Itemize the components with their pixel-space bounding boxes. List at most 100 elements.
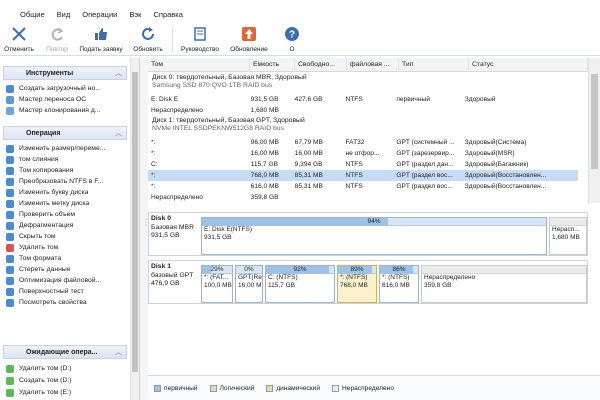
col-fs[interactable]: файловая ... <box>347 58 399 72</box>
redo-label: Повтор <box>46 46 68 53</box>
about-button[interactable]: ? О <box>273 22 311 55</box>
col-free[interactable]: Свободно... <box>295 58 347 72</box>
section-pending-header[interactable]: Ожидающие опера... ︿ <box>3 345 127 359</box>
table-row[interactable]: C: 115,7 GB 9,394 GB NTFS GPT (раздел дан...… <box>148 159 578 170</box>
usage-percent: 86% <box>392 266 406 273</box>
table-row[interactable]: Нераспределено 359,8 GB <box>148 192 578 203</box>
table-scrollbar[interactable] <box>588 58 600 203</box>
undo-button[interactable]: Отменить <box>0 22 38 55</box>
pending-op-item[interactable]: Удалить том (E:) <box>6 387 128 398</box>
col-capacity[interactable]: Емкость <box>250 58 295 72</box>
partition-size: 931,5 GB <box>204 234 232 241</box>
partition-block[interactable]: 94% E: Disk E(NTFS) 931,5 GB <box>201 217 547 255</box>
sidebar-item-properties[interactable]: Посмотреть свойства <box>6 297 128 308</box>
menu-operations[interactable]: Операции <box>76 8 123 22</box>
optimize-icon <box>6 276 14 285</box>
sidebar-item-format[interactable]: Том формата <box>6 253 128 264</box>
sidebar-item-os-migration[interactable]: Мастер переноса ОС <box>6 94 128 105</box>
convert-icon <box>6 177 14 186</box>
table-cell: 9,394 GB <box>294 161 323 168</box>
title-bar <box>0 0 600 8</box>
table-row[interactable]: E: Disk E 931,5 GB 427,6 GB NTFS первичный Зд… <box>148 94 578 105</box>
table-row[interactable]: *: 96,00 MB 67,79 MB FAT32 GPT (системный ..… <box>148 137 578 148</box>
legend: первичный Логический динамический Нерасп… <box>148 375 600 400</box>
menu-help[interactable]: Справка <box>147 8 188 22</box>
sidebar-item-check-volume[interactable]: Проверить объем <box>6 209 128 220</box>
legend-label: Логический <box>219 384 255 392</box>
partition-size: 768,0 MB <box>340 282 368 289</box>
legend-label: динамический <box>276 384 321 392</box>
sidebar-item-optimize[interactable]: Оптимизация файловой... <box>6 275 128 286</box>
partition-block[interactable]: 86% *: (NTFS) 616,0 MB <box>379 265 419 303</box>
partition-block[interactable]: 92% C: (NTFS) 115,7 GB <box>265 265 335 303</box>
table-cell: 1,680 MB <box>250 107 279 114</box>
partition-block[interactable]: 0%GPT(Re...16,00 MB <box>235 265 263 303</box>
menu-wek[interactable]: Вэк <box>123 8 147 22</box>
splitter[interactable]: ⋮ <box>140 58 150 400</box>
disk1-group-header[interactable]: Диск 1: твердотельный, Базовая GPT, Здор… <box>148 117 578 133</box>
table-cell: Здоровый(Восстановлен... <box>464 172 547 179</box>
sidebar-item-resize[interactable]: Изменить размер/переме... <box>6 143 128 154</box>
col-status[interactable]: Статус <box>469 58 588 72</box>
sidebar-item-clone-disk[interactable]: Мастер клонирования д... <box>6 105 128 116</box>
table-cell: 768,0 MB <box>250 172 279 179</box>
merge-icon <box>6 155 14 164</box>
refresh-button[interactable]: Обновить <box>126 22 170 55</box>
table-row[interactable]: *: 16,00 MB 16,00 MB не отфор... GPT (зарезе… <box>148 148 578 159</box>
sidebar-item-copy[interactable]: Том копирования <box>6 165 128 176</box>
sidebar-item-bootable-media[interactable]: Создать загрузочный но... <box>6 83 128 94</box>
upgrade-button[interactable]: Обновление <box>225 22 273 55</box>
copy-icon <box>6 166 14 175</box>
scrollbar-thumb[interactable] <box>591 74 598 169</box>
submit-request-label: Подать заявку <box>79 46 123 53</box>
table-row[interactable]: *: 768,0 MB 85,31 MB NTFS GPT (раздел вос...… <box>148 170 578 181</box>
item-label: Удалить том (D:) <box>19 365 72 372</box>
table-cell: GPT (зарезервир... <box>396 150 455 157</box>
table-cell: 359,8 GB <box>250 194 279 201</box>
partition-block[interactable]: 29% *: (FAT... 100,0 MB <box>201 265 233 303</box>
manual-button[interactable]: Руководство <box>175 22 225 55</box>
pending-op-item[interactable]: Создать том (D:) <box>6 375 128 386</box>
sidebar-scrollbar[interactable] <box>130 58 139 400</box>
disk1-map[interactable]: Disk 1 базовый GPT 476,9 GB 29% *: (FAT..… <box>148 260 588 304</box>
sidebar-item-convert-ntfs[interactable]: Преобразовать NTFS в F... <box>6 176 128 187</box>
partition-block[interactable]: 89% *: (NTFS) 768,0 MB <box>337 265 377 303</box>
sidebar-item-defrag[interactable]: Дефрагментация <box>6 220 128 231</box>
help-icon: ? <box>283 25 301 43</box>
submit-request-button[interactable]: Подать заявку <box>76 22 126 55</box>
sidebar-item-merge[interactable]: том слияния <box>6 154 128 165</box>
disk0-group-header[interactable]: Диск 0: твердотельный, Базовая MBR, Здор… <box>148 74 578 90</box>
sidebar-item-delete[interactable]: Удалить том <box>6 242 128 253</box>
section-tools-header[interactable]: Инструменты ︿ <box>3 66 127 80</box>
sidebar-item-change-label[interactable]: Изменить метку диска <box>6 198 128 209</box>
partition-unallocated[interactable]: Нераспределено 359,8 GB <box>421 265 587 303</box>
table-cell: NTFS <box>345 183 363 190</box>
item-label: Создать загрузочный но... <box>19 85 101 92</box>
disk0-map[interactable]: Disk 0 Базовая MBR 931,5 GB 94% E: Disk E… <box>148 212 588 256</box>
col-type[interactable]: Тип <box>399 58 469 72</box>
menu-view[interactable]: Вид <box>51 8 77 22</box>
partition-size: 359,8 GB <box>424 282 452 289</box>
scrollbar-thumb[interactable] <box>132 72 138 372</box>
table-row[interactable]: *: 616,0 MB 85,31 MB NTFS GPT (раздел вос...… <box>148 181 578 192</box>
menu-bar: Общие Вид Операции Вэк Справка <box>0 8 600 22</box>
sidebar-item-hide[interactable]: Скрыть том <box>6 231 128 242</box>
partition-unallocated[interactable]: Нерасп... 1,680 MB <box>549 217 587 255</box>
table-cell: Здоровый <box>464 96 496 103</box>
sidebar-item-wipe[interactable]: Стереть данные <box>6 264 128 275</box>
legend-swatch <box>154 384 161 392</box>
pending-op-item[interactable]: Удалить том (D:) <box>6 363 128 374</box>
redo-button[interactable]: Повтор <box>38 22 76 55</box>
menu-general[interactable]: Общие <box>0 8 51 22</box>
disk1-label: Disk 1 базовый GPT 476,9 GB <box>151 263 195 289</box>
col-volume[interactable]: Том <box>148 58 250 72</box>
format-icon <box>6 254 14 263</box>
usage-bar: 86% <box>380 266 418 274</box>
table-row[interactable]: Нераспределено 1,680 MB <box>148 105 578 116</box>
section-operation-header[interactable]: Операция ︿ <box>3 126 127 140</box>
book-icon <box>191 25 209 43</box>
sidebar-item-surface-test[interactable]: Поверхностный тест <box>6 286 128 297</box>
table-cell: 67,79 MB <box>294 139 323 146</box>
sidebar-item-change-letter[interactable]: Изменить букву диска <box>6 187 128 198</box>
legend-swatch <box>209 384 217 392</box>
